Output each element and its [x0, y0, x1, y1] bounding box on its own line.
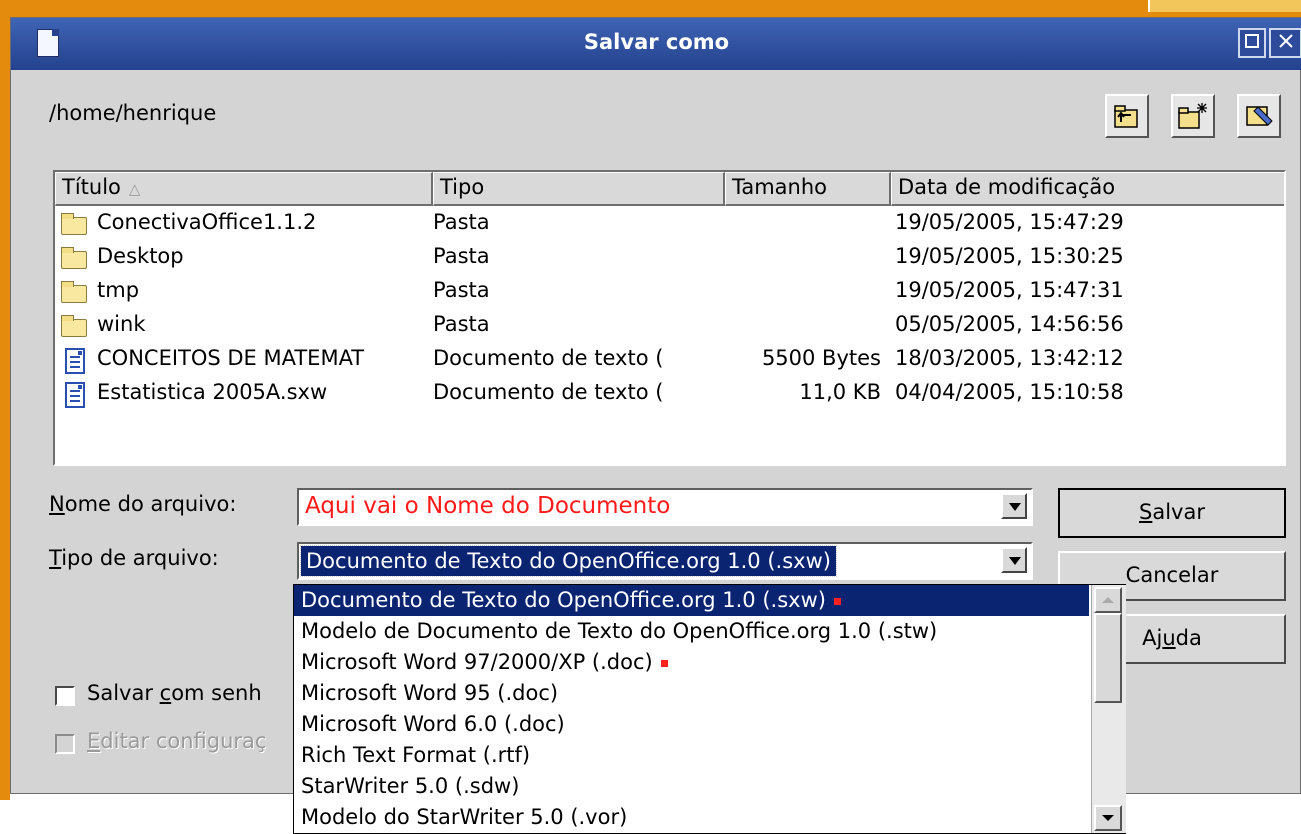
- desktop-accent: [1148, 0, 1301, 12]
- list-item[interactable]: StarWriter 5.0 (.sdw): [294, 771, 1089, 802]
- file-title: tmp: [97, 278, 140, 302]
- scroll-up-button[interactable]: [1094, 587, 1122, 613]
- table-row[interactable]: wink Pasta 05/05/2005, 14:56:56: [55, 310, 1284, 344]
- file-list[interactable]: Título △ Tipo Tamanho Data de modificação…: [53, 170, 1286, 466]
- filetype-label: Tipo de arquivo:: [49, 546, 219, 570]
- chevron-down-icon: [1102, 815, 1114, 821]
- filetype-dropdown-list[interactable]: Documento de Texto do OpenOffice.org 1.0…: [293, 584, 1126, 834]
- filetype-dropdown-arrow[interactable]: [1001, 547, 1027, 573]
- table-row[interactable]: Desktop Pasta 19/05/2005, 15:30:25: [55, 242, 1284, 276]
- file-date: 18/03/2005, 13:42:12: [895, 346, 1124, 370]
- table-row[interactable]: Estatistica 2005A.sxw Documento de texto…: [55, 378, 1284, 412]
- list-item[interactable]: Documento de Texto do OpenOffice.org 1.0…: [294, 585, 1089, 616]
- file-title: Desktop: [97, 244, 184, 268]
- filetype-select[interactable]: Documento de Texto do OpenOffice.org 1.0…: [297, 542, 1033, 580]
- file-date: 04/04/2005, 15:10:58: [895, 380, 1124, 404]
- column-header-title-label: Título: [62, 175, 121, 199]
- list-item[interactable]: Microsoft Word 97/2000/XP (.doc): [294, 647, 1089, 678]
- list-item[interactable]: Microsoft Word 95 (.doc): [294, 678, 1089, 709]
- edit-filter-settings-label: Editar configuraç: [87, 729, 267, 753]
- filename-dropdown-arrow[interactable]: [1001, 493, 1027, 519]
- list-item[interactable]: Modelo do StarWriter 5.0 (.vor): [294, 802, 1089, 833]
- column-header-type[interactable]: Tipo: [433, 172, 725, 206]
- text-document-icon: [65, 382, 85, 408]
- desktop-background-left: [0, 0, 10, 800]
- marker-icon: [833, 597, 841, 605]
- file-list-header: Título △ Tipo Tamanho Data de modificação: [55, 172, 1284, 206]
- table-row[interactable]: ConectivaOffice1.1.2 Pasta 19/05/2005, 1…: [55, 208, 1284, 242]
- save-button[interactable]: Salvar: [1058, 488, 1286, 538]
- list-item[interactable]: Modelo de Documento de Texto do OpenOffi…: [294, 616, 1089, 647]
- scrollbar-thumb[interactable]: [1094, 613, 1122, 703]
- filename-input-value: Aqui vai o Nome do Documento: [305, 493, 671, 519]
- window-title: Salvar como: [583, 30, 730, 54]
- file-type: Pasta: [433, 312, 490, 336]
- dropdown-scrollbar[interactable]: [1091, 585, 1126, 833]
- file-date: 19/05/2005, 15:47:29: [895, 210, 1124, 234]
- maximize-icon: [1245, 34, 1259, 48]
- filename-label: Nome do arquivo:: [49, 492, 237, 516]
- marker-icon: [660, 659, 668, 667]
- file-type: Documento de texto (: [433, 380, 664, 404]
- filename-input[interactable]: Aqui vai o Nome do Documento: [297, 488, 1033, 526]
- up-one-level-button[interactable]: [1105, 94, 1149, 138]
- file-title: CONCEITOS DE MATEMAT: [97, 346, 365, 370]
- current-path: /home/henrique: [49, 101, 217, 125]
- title-bar[interactable]: Salvar como: [11, 18, 1301, 70]
- column-header-size[interactable]: Tamanho: [725, 172, 891, 206]
- save-with-password-label: Salvar com senh: [87, 681, 262, 705]
- file-type: Pasta: [433, 278, 490, 302]
- chevron-up-icon: [1102, 597, 1114, 603]
- close-icon: [1278, 34, 1293, 48]
- file-size: 11,0 KB: [799, 380, 881, 404]
- close-button[interactable]: [1269, 28, 1301, 58]
- text-document-icon: [65, 348, 85, 374]
- table-row[interactable]: CONCEITOS DE MATEMAT Documento de texto …: [55, 344, 1284, 378]
- file-type: Pasta: [433, 244, 490, 268]
- file-title: Estatistica 2005A.sxw: [97, 380, 328, 404]
- file-title: wink: [97, 312, 146, 336]
- scroll-down-button[interactable]: [1094, 805, 1122, 831]
- sort-ascending-icon: △: [128, 180, 141, 198]
- save-with-password-checkbox[interactable]: [55, 686, 75, 706]
- file-title: ConectivaOffice1.1.2: [97, 210, 317, 234]
- table-row[interactable]: tmp Pasta 19/05/2005, 15:47:31: [55, 276, 1284, 310]
- folder-icon: [61, 281, 87, 303]
- edit-filter-settings-checkbox[interactable]: [55, 734, 75, 754]
- up-folder-icon: [1114, 105, 1138, 128]
- list-item[interactable]: Rich Text Format (.rtf): [294, 740, 1089, 771]
- folder-icon: [61, 213, 87, 235]
- default-directory-icon: [1246, 106, 1273, 126]
- maximize-button[interactable]: [1238, 28, 1266, 58]
- default-directory-button[interactable]: [1237, 94, 1281, 138]
- file-date: 05/05/2005, 14:56:56: [895, 312, 1124, 336]
- file-size: 5500 Bytes: [761, 346, 881, 370]
- new-folder-icon: [1178, 103, 1207, 129]
- folder-icon: [61, 315, 87, 337]
- file-date: 19/05/2005, 15:30:25: [895, 244, 1124, 268]
- filetype-select-value: Documento de Texto do OpenOffice.org 1.0…: [300, 545, 837, 577]
- file-type: Documento de texto (: [433, 346, 664, 370]
- file-type: Pasta: [433, 210, 490, 234]
- file-date: 19/05/2005, 15:47:31: [895, 278, 1124, 302]
- column-header-date[interactable]: Data de modificação: [891, 172, 1284, 206]
- folder-icon: [61, 247, 87, 269]
- new-folder-button[interactable]: [1171, 94, 1215, 138]
- list-item[interactable]: Microsoft Word 6.0 (.doc): [294, 709, 1089, 740]
- column-header-title[interactable]: Título △: [55, 172, 433, 206]
